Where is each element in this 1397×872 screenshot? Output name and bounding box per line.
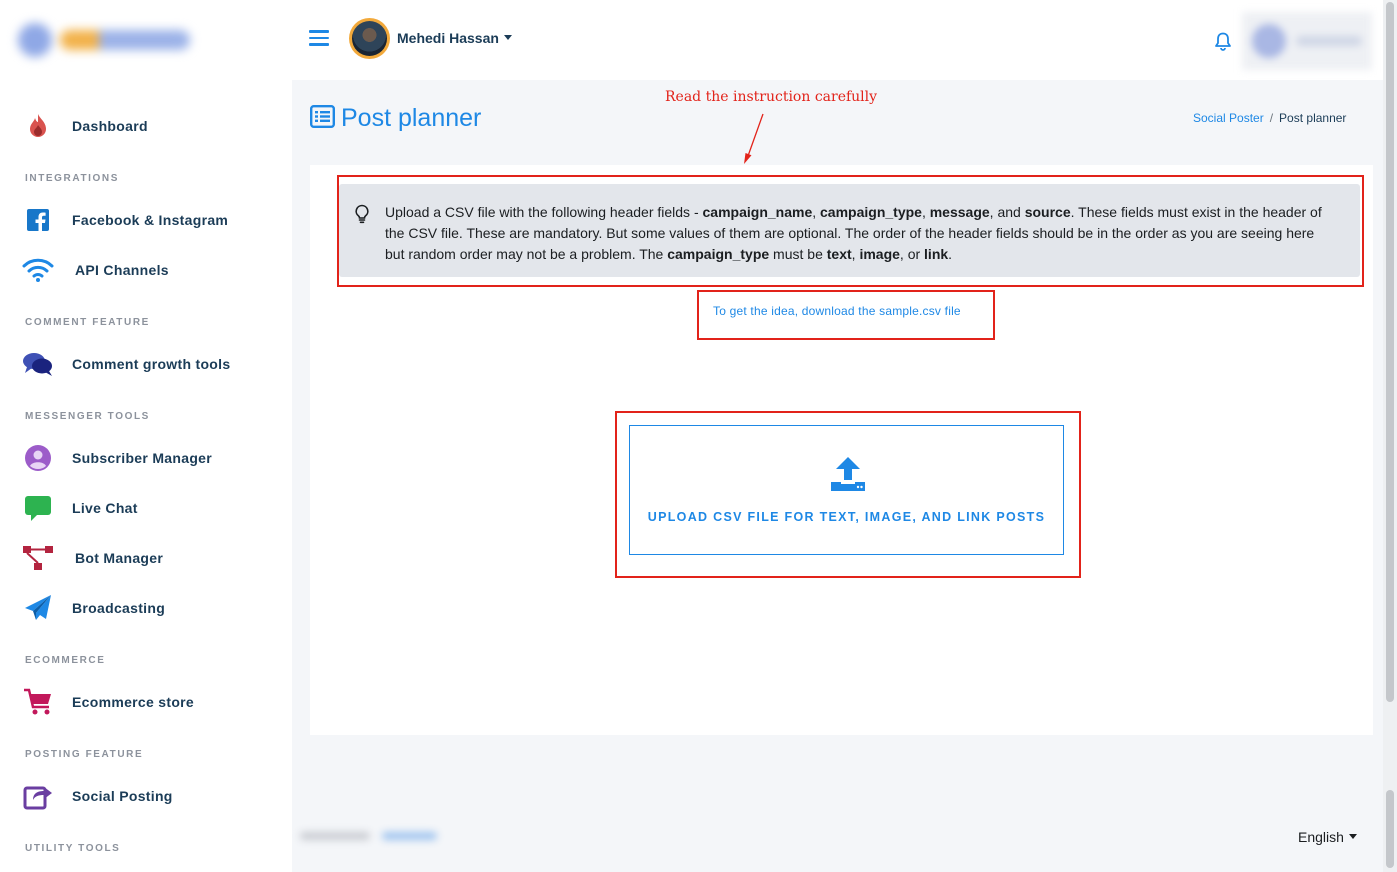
sidebar-item-bot-manager[interactable]: Bot Manager [22, 540, 163, 576]
breadcrumb-separator: / [1269, 111, 1274, 125]
sidebar-item-label: Ecommerce store [72, 694, 195, 710]
sitemap-icon [22, 542, 54, 574]
sidebar-item-label: Bot Manager [75, 550, 164, 566]
section-heading-messenger-tools: MESSENGER TOOLS [25, 411, 150, 422]
footer-copyright [300, 826, 460, 846]
annotation-text: Read the instruction carefully [665, 89, 878, 105]
hamburger-menu-icon[interactable] [309, 30, 329, 50]
wifi-icon [22, 254, 54, 286]
annotation-arrow [744, 113, 764, 164]
user-menu[interactable]: Mehedi Hassan [397, 30, 512, 46]
paper-plane-icon [22, 592, 54, 624]
sidebar-item-label: Social Posting [72, 788, 173, 804]
page-title: Post planner [341, 104, 482, 132]
sidebar-item-social-posting[interactable]: Social Posting [22, 778, 172, 814]
scrollbar-thumb-lower[interactable] [1386, 790, 1394, 868]
topbar: Mehedi Hassan [292, 0, 1383, 80]
section-heading-posting-feature: POSTING FEATURE [25, 749, 144, 760]
sidebar-item-subscriber-manager[interactable]: Subscriber Manager [22, 440, 212, 476]
sidebar-item-label: Comment growth tools [72, 356, 231, 372]
profile-menu[interactable] [1242, 12, 1372, 70]
sidebar: Dashboard INTEGRATIONS Facebook & Instag… [0, 0, 292, 872]
upload-icon [830, 456, 866, 497]
sidebar-item-label: Live Chat [72, 500, 138, 516]
sidebar-item-facebook-instagram[interactable]: Facebook & Instagram [22, 202, 228, 238]
sidebar-item-label: Subscriber Manager [72, 450, 212, 466]
caret-down-icon [1348, 834, 1357, 839]
avatar[interactable] [349, 18, 390, 59]
sidebar-item-label: Broadcasting [72, 600, 166, 616]
list-alt-icon [310, 104, 336, 133]
user-name: Mehedi Hassan [397, 30, 499, 46]
section-heading-ecommerce: ECOMMERCE [25, 655, 106, 666]
language-label: English [1298, 829, 1344, 845]
comments-icon [22, 348, 54, 380]
upload-csv-button[interactable]: UPLOAD CSV FILE FOR TEXT, IMAGE, AND LIN… [629, 425, 1064, 555]
instruction-alert: Upload a CSV file with the following hea… [339, 184, 1360, 277]
sidebar-item-label: API Channels [75, 262, 169, 278]
breadcrumb-link-social-poster[interactable]: Social Poster [1193, 111, 1264, 125]
brand-logo[interactable] [18, 14, 203, 66]
brand-logo-mark [18, 23, 52, 57]
page: Dashboard INTEGRATIONS Facebook & Instag… [0, 0, 1397, 872]
page-title-row: Post planner [310, 104, 481, 133]
download-sample-csv-link[interactable]: To get the idea, download the sample.csv… [713, 304, 961, 318]
sidebar-item-api-channels[interactable]: API Channels [22, 252, 169, 288]
section-heading-comment-feature: COMMENT FEATURE [25, 317, 150, 328]
sidebar-item-comment-growth-tools[interactable]: Comment growth tools [22, 346, 230, 382]
facebook-icon [22, 204, 54, 236]
section-heading-utility-tools: UTILITY TOOLS [25, 843, 121, 854]
share-icon [22, 780, 54, 812]
breadcrumb: Social Poster / Post planner [1193, 111, 1346, 125]
breadcrumb-current: Post planner [1279, 111, 1347, 125]
bell-icon[interactable] [1214, 32, 1232, 56]
scrollbar-thumb[interactable] [1386, 2, 1394, 702]
sidebar-item-label: Dashboard [72, 118, 148, 134]
user-circle-icon [22, 442, 54, 474]
instruction-text: Upload a CSV file with the following hea… [385, 204, 1322, 262]
caret-down-icon [503, 35, 512, 40]
chat-icon [22, 492, 54, 524]
sidebar-item-broadcasting[interactable]: Broadcasting [22, 590, 165, 626]
sidebar-item-ecommerce-store[interactable]: Ecommerce store [22, 684, 194, 720]
cart-icon [22, 686, 54, 718]
upload-label: UPLOAD CSV FILE FOR TEXT, IMAGE, AND LIN… [647, 510, 1046, 524]
sidebar-item-live-chat[interactable]: Live Chat [22, 490, 137, 526]
lightbulb-icon [354, 204, 370, 229]
language-selector[interactable]: English [1298, 829, 1357, 845]
section-heading-integrations: INTEGRATIONS [25, 173, 120, 184]
sidebar-item-dashboard[interactable]: Dashboard [22, 108, 148, 144]
fire-icon [22, 110, 54, 142]
brand-logo-word [60, 30, 190, 50]
sidebar-item-label: Facebook & Instagram [72, 212, 229, 228]
